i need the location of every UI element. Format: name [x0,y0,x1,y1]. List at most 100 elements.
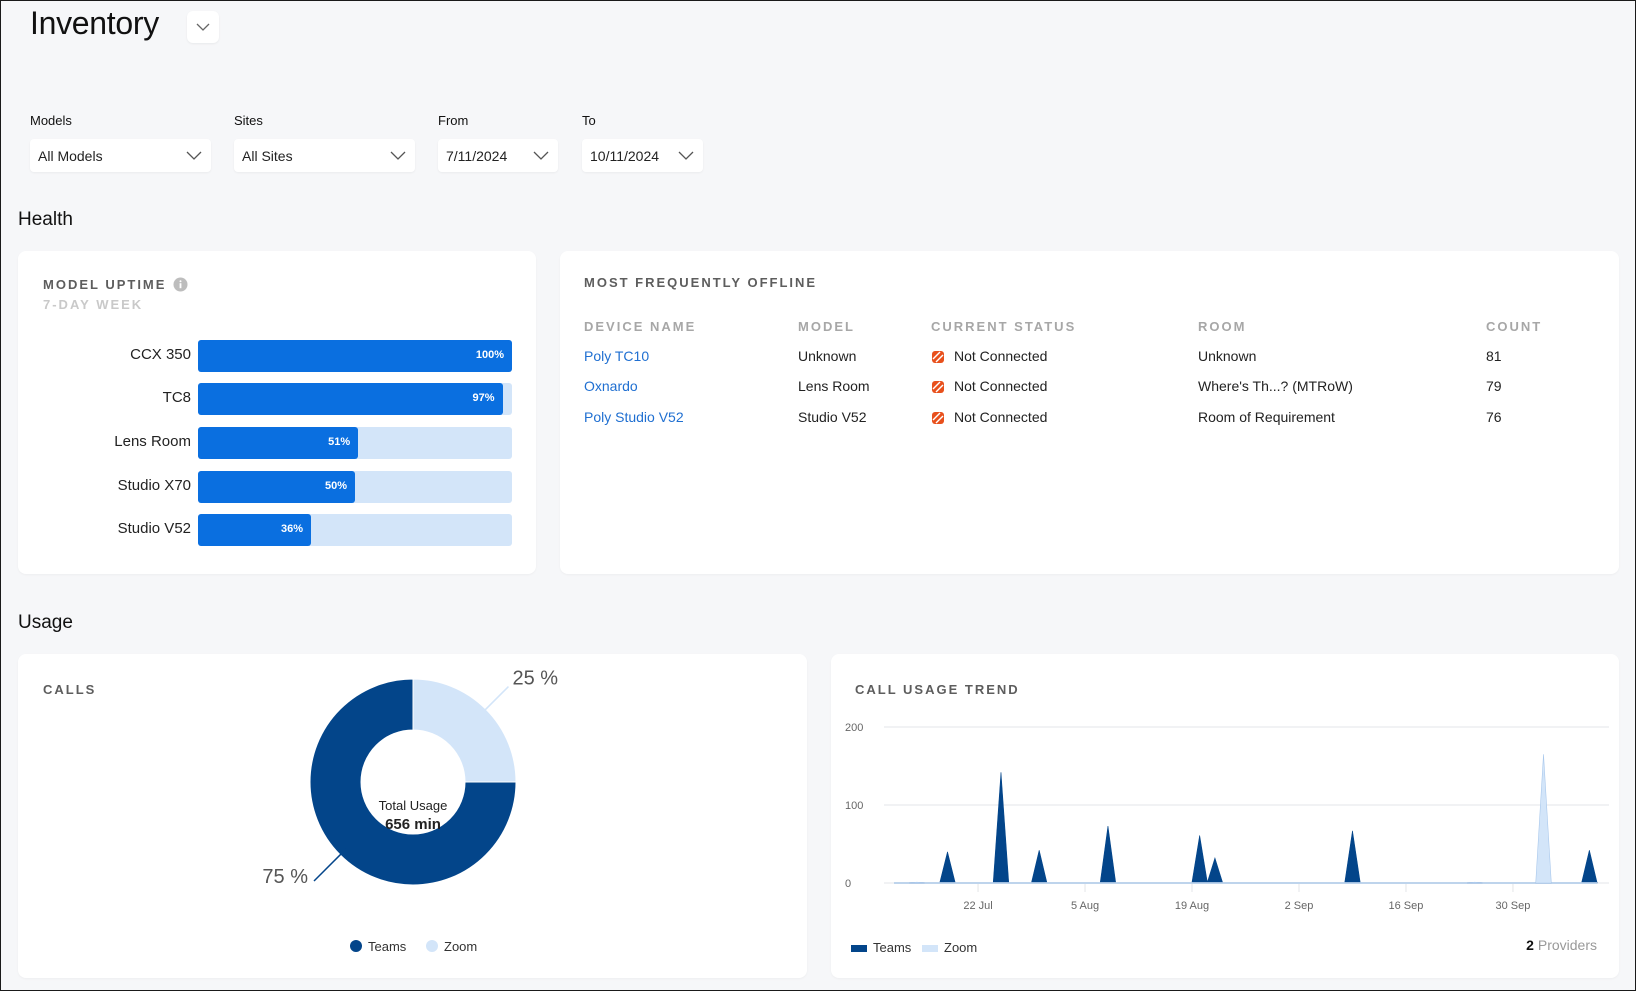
teams-usage-peak[interactable] [993,772,1009,883]
chevron-down-icon [389,151,407,161]
uptime-bar-fill: 50% [198,471,355,503]
uptime-bar-label: Lens Room [114,433,191,450]
zoom-percent-label: 25 % [512,668,558,690]
uptime-bar-chart: CCX 350 100% TC8 97% Lens Room 51% Studi… [18,251,536,574]
calls-legend-item-zoom[interactable]: Zoom [426,939,477,954]
not-connected-icon [931,380,945,394]
from-date-picker[interactable]: 7/11/2024 [438,139,558,172]
teams-label-leader [314,849,346,881]
donut-center-value: 656 min [385,816,441,833]
x-tick-label: 22 Jul [963,900,992,912]
uptime-bar-row: TC8 97% [18,383,518,415]
uptime-bar-value: 100% [476,349,504,361]
uptime-bar-label: CCX 350 [130,346,191,363]
to-date-picker[interactable]: 10/11/2024 [582,139,703,172]
zoom-legend-label: Zoom [944,940,977,955]
column-header-device-name: DEVICE NAME [584,319,696,334]
calls-donut-chart: 25 % 75 % Total Usage 656 min Teams Zoom [18,654,807,978]
teams-usage-peak[interactable] [1207,858,1223,883]
offline-count: 79 [1486,378,1502,394]
health-section-title: Health [18,209,73,231]
device-model: Studio V52 [798,409,867,425]
from-date-value: 7/11/2024 [446,148,507,164]
device-name-link[interactable]: Poly TC10 [584,348,649,364]
uptime-bar-fill: 36% [198,514,311,546]
uptime-bar-row: Studio X70 50% [18,471,518,503]
to-date-value: 10/11/2024 [590,148,659,164]
x-tick-label: 5 Aug [1071,900,1099,912]
uptime-bar-row: CCX 350 100% [18,340,518,372]
chevron-down-icon [532,151,550,161]
uptime-bar-fill: 51% [198,427,358,459]
teams-legend-swatch [851,945,867,952]
uptime-bar-label: Studio V52 [118,520,191,537]
teams-usage-peak[interactable] [1100,826,1116,883]
chevron-down-icon [194,22,212,32]
device-status: Not Connected [954,378,1047,394]
uptime-bar-value: 50% [325,480,347,492]
trend-legend-item-teams[interactable]: Teams [851,940,912,955]
calls-legend-item-teams[interactable]: Teams [350,939,407,954]
not-connected-icon [931,350,945,364]
device-status: Not Connected [954,409,1047,425]
column-header-room: ROOM [1198,319,1246,334]
y-tick-label: 200 [845,722,863,734]
teams-legend-label: Teams [873,940,912,955]
uptime-bar-fill: 97% [198,383,503,415]
sites-dropdown[interactable]: All Sites [234,139,415,172]
device-name-link[interactable]: Poly Studio V52 [584,409,684,425]
uptime-bar-track[interactable]: 97% [198,383,512,415]
offline-count: 81 [1486,348,1502,364]
teams-percent-label: 75 % [262,866,308,888]
uptime-bar-track[interactable]: 51% [198,427,512,459]
uptime-bar-value: 36% [281,523,303,535]
uptime-bar-track[interactable]: 100% [198,340,512,372]
teams-legend-label: Teams [368,939,407,954]
x-tick-label: 30 Sep [1496,900,1531,912]
uptime-bar-label: TC8 [163,389,191,406]
zoom-legend-swatch [922,945,938,952]
teams-usage-peak[interactable] [1031,850,1047,883]
uptime-bar-label: Studio X70 [118,477,191,494]
device-model: Unknown [798,348,856,364]
chevron-down-icon [677,151,695,161]
teams-usage-peak[interactable] [940,852,956,883]
page-title: Inventory [30,5,159,42]
device-room: Room of Requirement [1198,409,1335,425]
sites-dropdown-value: All Sites [242,148,293,164]
column-header-model: MODEL [798,319,855,334]
to-filter-label: To [582,113,596,128]
model-uptime-card: MODEL UPTIME 7-DAY WEEK CCX 350 100% TC8… [18,251,536,574]
zoom-label-leader [480,687,508,715]
models-filter-label: Models [30,113,72,128]
device-status: Not Connected [954,348,1047,364]
teams-legend-swatch [350,940,362,952]
call-usage-trend-chart: 0100200 22 Jul5 Aug19 Aug2 Sep16 Sep30 S… [831,654,1619,978]
teams-usage-peak[interactable] [1345,831,1361,883]
device-room: Where's Th...? (MTRoW) [1198,378,1353,394]
y-tick-label: 0 [845,878,851,890]
most-offline-title: MOST FREQUENTLY OFFLINE [584,275,817,290]
device-name-link[interactable]: Oxnardo [584,378,638,394]
uptime-bar-value: 51% [328,436,350,448]
not-connected-icon [931,411,945,425]
chevron-down-icon [185,151,203,161]
x-tick-label: 16 Sep [1389,900,1424,912]
teams-usage-peak[interactable] [1582,850,1598,883]
trend-legend-item-zoom[interactable]: Zoom [922,940,977,955]
models-dropdown[interactable]: All Models [30,139,211,172]
title-menu-button[interactable] [187,11,219,43]
uptime-bar-track[interactable]: 50% [198,471,512,503]
zoom-usage-peak[interactable] [1536,754,1552,883]
uptime-bar-fill: 100% [198,340,512,372]
offline-count: 76 [1486,409,1502,425]
teams-usage-peak[interactable] [1192,835,1208,883]
zoom-legend-swatch [426,940,438,952]
sites-filter-label: Sites [234,113,263,128]
column-header-current-status: CURRENT STATUS [931,319,1076,334]
donut-center-label: Total Usage [379,798,448,813]
uptime-bar-track[interactable]: 36% [198,514,512,546]
uptime-bar-row: Lens Room 51% [18,427,518,459]
device-model: Lens Room [798,378,870,394]
device-room: Unknown [1198,348,1256,364]
